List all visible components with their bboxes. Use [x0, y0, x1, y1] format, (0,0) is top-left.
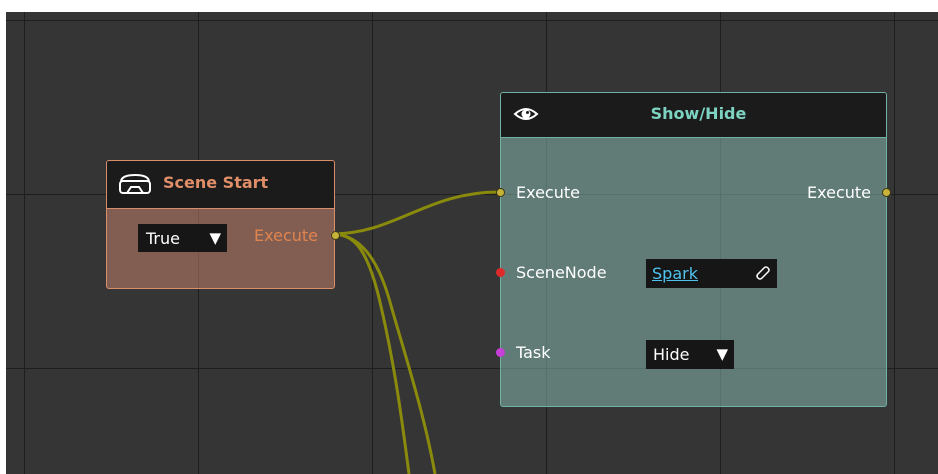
- scenenode-value-link[interactable]: Spark: [652, 264, 698, 283]
- node-graph-canvas[interactable]: Scene Start True ▼ Execute Show/Hide Exe…: [6, 12, 938, 474]
- task-dropdown-value: Hide: [653, 345, 690, 364]
- scene-start-dropdown-value: True: [146, 229, 180, 248]
- show-hide-execute-input-label: Execute: [516, 183, 580, 202]
- show-hide-scenenode-input-pin[interactable]: [496, 268, 505, 277]
- task-dropdown[interactable]: Hide ▼: [646, 340, 734, 369]
- scene-start-header[interactable]: Scene Start: [107, 161, 334, 209]
- dropdown-arrow-icon: ▼: [716, 345, 728, 363]
- wire-down-1[interactable]: [330, 232, 411, 474]
- show-hide-title: Show/Hide: [650, 104, 747, 123]
- dropdown-arrow-icon: ▼: [209, 229, 221, 247]
- show-hide-task-input-pin[interactable]: [496, 348, 505, 357]
- show-hide-node[interactable]: Show/Hide Execute Execute SceneNode Spar…: [496, 92, 891, 407]
- vr-headset-icon: [119, 173, 151, 194]
- wire-down-2[interactable]: [330, 232, 437, 474]
- show-hide-header[interactable]: Show/Hide: [501, 93, 886, 138]
- scene-start-dropdown[interactable]: True ▼: [138, 224, 227, 252]
- wire-to-show-hide[interactable]: [330, 190, 500, 236]
- scene-start-execute-label: Execute: [254, 226, 318, 245]
- show-hide-execute-output-label: Execute: [807, 183, 871, 202]
- scene-start-execute-output-pin[interactable]: [331, 231, 340, 240]
- scene-start-node[interactable]: Scene Start True ▼ Execute: [106, 160, 340, 289]
- paperclip-icon[interactable]: [753, 264, 771, 282]
- show-hide-task-label: Task: [516, 343, 551, 362]
- show-hide-scenenode-label: SceneNode: [516, 263, 607, 282]
- show-hide-execute-output-pin[interactable]: [882, 188, 891, 197]
- scene-start-title: Scene Start: [163, 173, 269, 192]
- scenenode-value-field[interactable]: Spark: [646, 259, 777, 288]
- show-hide-execute-input-pin[interactable]: [496, 188, 505, 197]
